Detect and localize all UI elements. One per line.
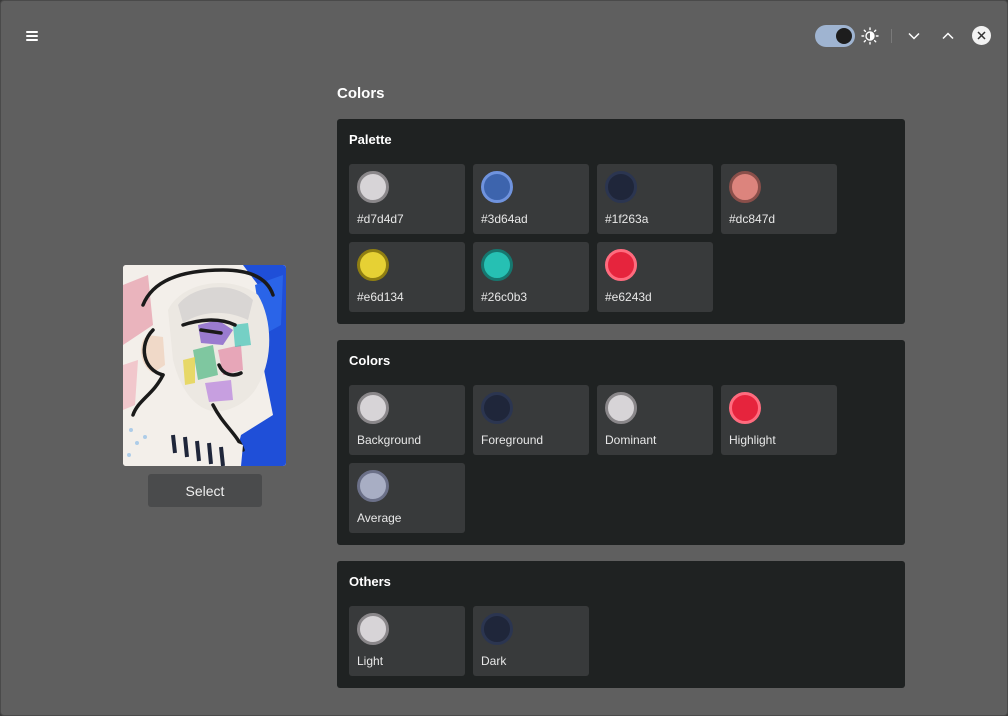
color-swatch — [481, 392, 513, 424]
palette-title: Palette — [349, 132, 392, 147]
colors-card: Colors Background Foreground Dominant Highl… — [337, 340, 905, 545]
chevron-down-icon — [908, 32, 920, 40]
color-label: Background — [357, 433, 422, 447]
maximize-button[interactable] — [937, 25, 959, 47]
others-card: Others Light Dark — [337, 561, 905, 688]
color-swatch — [605, 249, 637, 281]
colors-color-tile[interactable]: Highlight — [721, 385, 837, 455]
image-preview — [123, 265, 286, 466]
color-label: #1f263a — [605, 212, 649, 226]
color-label: Dark — [481, 654, 507, 668]
hamburger-menu-icon[interactable] — [23, 27, 41, 45]
app-window: Select Colors Palette #d7d4d7 #3d64ad #1f2… — [0, 0, 1008, 716]
portrait-artwork — [123, 265, 286, 466]
color-swatch — [357, 249, 389, 281]
palette-color-tile[interactable]: #26c0b3 — [473, 242, 589, 312]
sun-contrast-icon[interactable] — [861, 27, 879, 45]
close-button[interactable] — [972, 26, 991, 45]
color-swatch — [605, 392, 637, 424]
color-label: Highlight — [729, 433, 776, 447]
colors-color-tile[interactable]: Average — [349, 463, 465, 533]
color-swatch — [605, 171, 637, 203]
color-label: #26c0b3 — [481, 290, 528, 304]
colors-color-tile[interactable]: Foreground — [473, 385, 589, 455]
color-label: Light — [357, 654, 384, 668]
color-swatch — [357, 392, 389, 424]
color-label: Dominant — [605, 433, 657, 447]
others-color-tile[interactable]: Light — [349, 606, 465, 676]
theme-toggle[interactable] — [815, 25, 855, 47]
color-label: #e6243d — [605, 290, 652, 304]
colors-color-tile[interactable]: Background — [349, 385, 465, 455]
palette-color-tile[interactable]: #3d64ad — [473, 164, 589, 234]
toggle-knob — [836, 28, 852, 44]
palette-color-tile[interactable]: #dc847d — [721, 164, 837, 234]
colors-color-tile[interactable]: Dominant — [597, 385, 713, 455]
palette-color-tile[interactable]: #d7d4d7 — [349, 164, 465, 234]
color-label: #d7d4d7 — [357, 212, 404, 226]
palette-color-tile[interactable]: #1f263a — [597, 164, 713, 234]
color-swatch — [357, 613, 389, 645]
minimize-button[interactable] — [903, 25, 925, 47]
palette-color-tile[interactable]: #e6243d — [597, 242, 713, 312]
color-label: #3d64ad — [481, 212, 528, 226]
color-swatch — [357, 171, 389, 203]
color-swatch — [481, 249, 513, 281]
palette-color-tile[interactable]: #e6d134 — [349, 242, 465, 312]
color-label: #e6d134 — [357, 290, 404, 304]
header-separator — [891, 29, 892, 43]
others-color-tile[interactable]: Dark — [473, 606, 589, 676]
select-image-button[interactable]: Select — [148, 474, 262, 507]
color-swatch — [481, 613, 513, 645]
colors-title: Colors — [349, 353, 391, 368]
chevron-up-icon — [942, 32, 954, 40]
color-label: Foreground — [481, 433, 544, 447]
others-title: Others — [349, 574, 391, 589]
color-swatch — [481, 171, 513, 203]
close-icon — [977, 31, 986, 40]
palette-card: Palette #d7d4d7 #3d64ad #1f263a #dc847d #e6d… — [337, 119, 905, 324]
color-swatch — [357, 470, 389, 502]
color-swatch — [729, 392, 761, 424]
color-label: Average — [357, 511, 402, 525]
color-swatch — [729, 171, 761, 203]
page-title: Colors — [337, 85, 385, 102]
color-label: #dc847d — [729, 212, 776, 226]
